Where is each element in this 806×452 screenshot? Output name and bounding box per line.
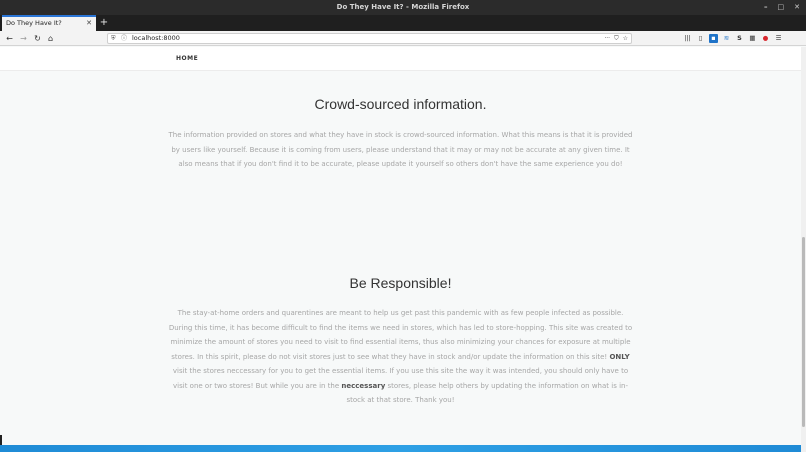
pocket-icon[interactable]: ⛉ [614,34,619,43]
info-icon[interactable]: ⓘ [121,34,127,43]
be-responsible-title: Be Responsible! [349,275,452,291]
url-actions: ··· ⛉ ☆ [604,34,628,43]
tab-close-icon[interactable]: ✕ [86,17,92,30]
new-tab-button[interactable]: + [98,15,110,31]
sidebar-icon[interactable]: ▯ [696,34,705,43]
url-text[interactable]: localhost:8000 [132,34,180,43]
crowd-sourced-text: The information provided on stores and w… [168,131,633,168]
extension-grid-icon[interactable]: ▦ [748,34,757,43]
page-content: HOME Crowd-sourced information. The info… [0,47,801,452]
minimize-button[interactable]: – [764,0,768,15]
library-icon[interactable]: ||| [683,34,692,43]
page-scrollbar[interactable] [801,47,806,452]
emphasis-only: ONLY [609,352,630,361]
home-button[interactable]: ⌂ [44,31,57,46]
close-window-button[interactable]: ✕ [794,0,800,15]
bookmark-star-icon[interactable]: ☆ [623,34,628,43]
tab-label: Do They Have It? [6,19,62,27]
emphasis-neccessary: neccessary [341,381,386,390]
extension-s-icon[interactable]: ≋ [722,34,731,43]
tab-do-they-have-it[interactable]: Do They Have It? ✕ [2,15,96,31]
site-navbar: HOME [0,47,801,71]
shield-icon[interactable]: ⛨ [111,34,116,43]
url-bar[interactable]: ⛨ ⓘ localhost:8000 ··· ⛉ ☆ [107,33,632,44]
navigation-toolbar: ← → ↻ ⌂ ⛨ ⓘ localhost:8000 ··· ⛉ ☆ ||| ▯… [0,31,806,46]
maximize-button[interactable]: □ [778,0,785,15]
be-responsible-text: The stay-at-home orders and quarentines … [168,306,633,408]
page-actions-icon[interactable]: ··· [604,34,610,43]
menu-icon[interactable]: ☰ [774,34,783,43]
nav-home-link[interactable]: HOME [176,55,198,62]
window-titlebar: Do They Have It? - Mozilla Firefox – □ ✕ [0,0,806,15]
window-title: Do They Have It? - Mozilla Firefox [336,3,470,11]
back-button[interactable]: ← [3,31,16,46]
tab-bar: Do They Have It? ✕ + [0,15,806,31]
forward-button[interactable]: → [17,31,30,46]
be-responsible-text-a: The stay-at-home orders and quarentines … [168,309,633,361]
extension-ink-icon[interactable]: S [735,34,744,43]
extension-blue-icon[interactable]: ▪ [709,34,718,43]
footer-band [0,445,801,452]
scrollbar-thumb[interactable] [802,237,805,427]
window-controls: – □ ✕ [764,0,800,15]
crowd-sourced-title: Crowd-sourced information. [314,96,487,112]
footer-edge [0,435,2,445]
be-responsible-text-c: stores, please help others by updating t… [346,381,628,405]
reload-button[interactable]: ↻ [31,31,44,46]
extension-red-icon[interactable]: ● [761,34,770,43]
toolbar-icons: ||| ▯ ▪ ≋ S ▦ ● ☰ [683,31,783,46]
